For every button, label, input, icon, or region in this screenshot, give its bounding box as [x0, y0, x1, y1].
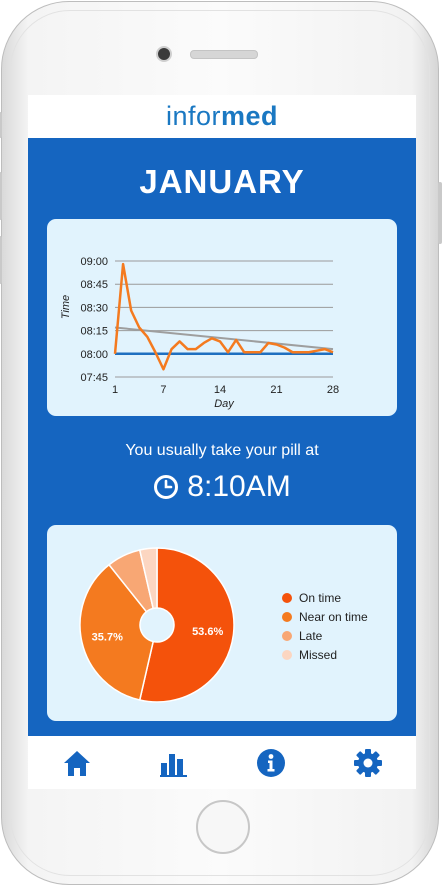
app-logo: informed: [166, 101, 278, 131]
legend-item: Missed: [282, 645, 368, 664]
legend-item: Near on time: [282, 607, 368, 626]
volume-down-button: [0, 236, 2, 284]
pie-slice-label: 35.7%: [92, 631, 123, 643]
x-tick-label: 1: [112, 384, 118, 396]
clock-icon: [154, 475, 179, 499]
legend-item: On time: [282, 588, 368, 607]
tab-settings[interactable]: [338, 743, 398, 783]
tab-info[interactable]: [241, 743, 301, 783]
x-tick-label: 21: [270, 384, 282, 396]
power-button: [438, 182, 442, 244]
home-icon: [63, 750, 90, 776]
pie-chart: 53.6% 35.7%: [79, 547, 235, 703]
pie-slice-label: 53.6%: [192, 626, 223, 638]
tab-home[interactable]: [47, 743, 107, 783]
front-camera: [156, 46, 172, 62]
x-tick-label: 7: [160, 384, 166, 396]
legend-item: Late: [282, 626, 368, 645]
y-tick-label: 08:30: [80, 302, 108, 314]
usual-time-row: 8:10AM: [28, 469, 416, 505]
y-tick-label: 08:45: [80, 279, 108, 291]
usual-time-value: 8:10AM: [187, 470, 291, 503]
logo-bold-text: med: [221, 101, 279, 131]
pie-legend: On time Near on time Late Missed: [282, 588, 368, 664]
bar-chart-icon: [159, 753, 187, 777]
info-icon: [256, 748, 285, 777]
legend-swatch: [282, 649, 292, 660]
month-title: JANUARY: [139, 163, 305, 200]
logo-bar: informed: [28, 95, 416, 138]
line-chart: 09:00 08:45 08:30 08:15 08:00 07:45 1 7 14 21 28 Da…: [60, 256, 339, 410]
y-axis-label: Time: [60, 295, 72, 319]
logo-light-text: infor: [165, 101, 221, 131]
legend-label: On time: [299, 590, 342, 605]
bottom-tab-bar: [28, 736, 416, 789]
app-screen: informed JANUARY 09:00 08:45 08:30 08:15 08:…: [28, 95, 416, 789]
y-tick-label: 09:00: [80, 256, 108, 268]
earpiece-speaker: [190, 50, 258, 59]
legend-label: Near on time: [299, 609, 368, 624]
mute-switch: [0, 112, 2, 138]
y-tick-label: 07:45: [80, 372, 108, 384]
tab-stats[interactable]: [144, 743, 204, 783]
volume-up-button: [0, 172, 2, 220]
y-tick-label: 08:00: [80, 349, 108, 361]
y-tick-label: 08:15: [80, 326, 108, 338]
legend-label: Late: [299, 628, 323, 643]
legend-swatch: [282, 592, 292, 603]
gear-icon: [353, 748, 382, 777]
x-axis-label: Day: [214, 398, 235, 410]
x-tick-label: 28: [327, 384, 339, 396]
pie-chart-card: 53.6% 35.7% On time Near on time Late Missed: [47, 525, 397, 721]
x-tick-label: 14: [214, 384, 226, 396]
usual-time-caption: You usually take your pill at: [125, 442, 319, 459]
line-chart-card: 09:00 08:45 08:30 08:15 08:00 07:45 1 7 14 21 28 Da…: [47, 219, 397, 416]
legend-swatch: [282, 630, 292, 641]
legend-swatch: [282, 611, 292, 622]
home-button[interactable]: [196, 800, 250, 854]
legend-label: Missed: [299, 647, 338, 662]
